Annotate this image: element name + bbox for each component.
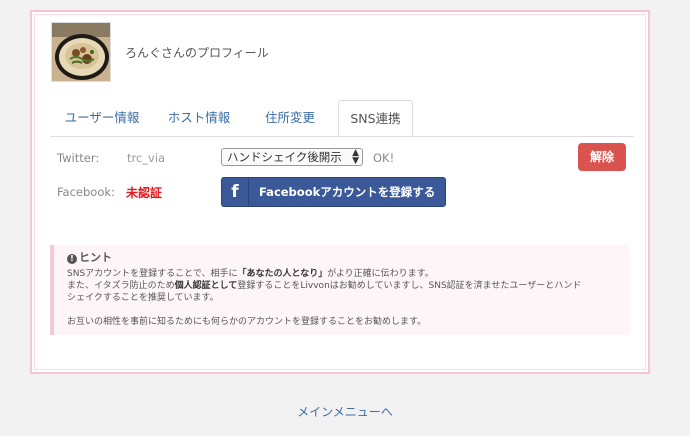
- profile-card: ろんぐさんのプロフィール ユーザー情報 ホスト情報 住所変更 SNS連携 Twi…: [30, 10, 650, 374]
- disclosure-select[interactable]: ハンドシェイク後開示 ▲ ▼: [221, 148, 363, 166]
- hint-line-2-bold: 個人認証として: [174, 281, 238, 291]
- main-menu-link[interactable]: メインメニューへ: [0, 403, 690, 420]
- hint-title-text: ヒント: [79, 251, 112, 264]
- facebook-icon: f: [222, 178, 249, 206]
- avatar: [51, 22, 111, 82]
- tab-bar: ユーザー情報 ホスト情報 住所変更 SNS連携: [50, 100, 634, 137]
- ramen-photo: [52, 23, 110, 81]
- hint-line-2: また、イタズラ防止のため個人認証として登録することをLivvonはお勧めしていま…: [67, 280, 618, 292]
- register-facebook-label: Facebookアカウントを登録する: [259, 185, 436, 199]
- tab-sns[interactable]: SNS連携: [338, 100, 413, 136]
- release-button[interactable]: 解除: [578, 143, 626, 171]
- hint-box: ! ヒント SNSアカウントを登録することで、相手に「あなたの人となり」がより正確…: [50, 245, 630, 335]
- tab-user-info[interactable]: ユーザー情報: [50, 100, 154, 136]
- hint-line-1: SNSアカウントを登録することで、相手に「あなたの人となり」がより正確に伝わりま…: [67, 268, 618, 280]
- select-arrows-icon: ▲ ▼: [352, 148, 359, 166]
- hint-line-4: お互いの相性を事前に知るためにも何らかのアカウントを登録することをお勧めします。: [67, 317, 427, 327]
- tab-host-info[interactable]: ホスト情報: [154, 100, 244, 136]
- info-icon: !: [67, 254, 77, 264]
- hint-title: ! ヒント: [67, 249, 618, 265]
- facebook-status: 未認証: [126, 186, 163, 200]
- twitter-status: OK!: [373, 151, 395, 165]
- tab-address-change[interactable]: 住所変更: [244, 100, 336, 136]
- twitter-handle: trc_via: [127, 151, 166, 165]
- disclosure-select-value: ハンドシェイク後開示: [227, 150, 342, 164]
- hint-line-3: シェイクすることを推奨しています。: [67, 293, 219, 303]
- twitter-label: Twitter:: [57, 151, 100, 165]
- hint-line-1-bold: 「あなたの人となり」: [237, 269, 328, 279]
- hint-line-2-prefix: また、イタズラ防止のため: [67, 281, 175, 291]
- hint-line-1-suffix: がより正確に伝わります。: [327, 269, 434, 279]
- profile-title: ろんぐさんのプロフィール: [125, 46, 269, 60]
- register-facebook-button[interactable]: f Facebookアカウントを登録する: [221, 177, 446, 207]
- hint-line-1-prefix: SNSアカウントを登録することで、相手に: [67, 269, 238, 279]
- facebook-label: Facebook:: [57, 185, 115, 199]
- hint-line-2-suffix: 登録することをLivvonはお勧めしていますし、SNS認証を済ませたユーザーとハ…: [237, 281, 582, 291]
